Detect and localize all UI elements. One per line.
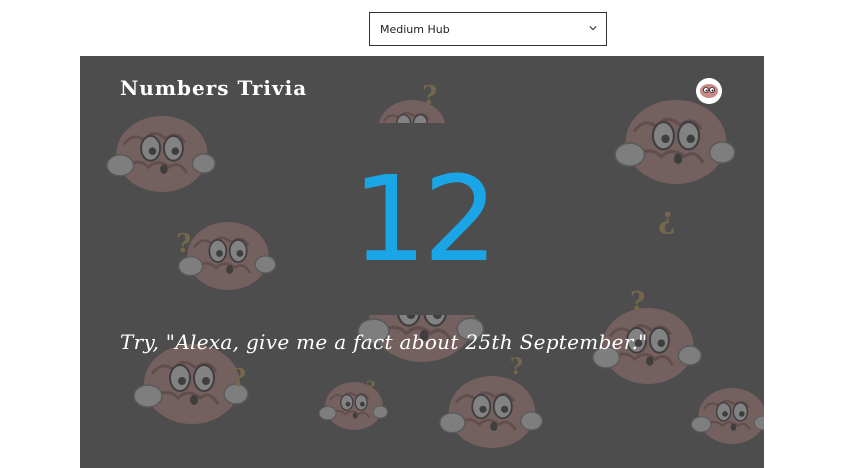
svg-text:?: ? [176, 229, 191, 259]
brain-logo-icon [696, 78, 722, 104]
number-panel: 12 [342, 123, 504, 315]
skill-title: Numbers Trivia [120, 76, 308, 100]
svg-text:?: ? [630, 287, 645, 317]
skill-display-card: ? ? ¿ ? ? ? ? Numbers Trivia 12 Try, "Al… [80, 56, 764, 468]
svg-text:¿: ¿ [658, 201, 676, 236]
svg-text:?: ? [366, 377, 375, 396]
svg-text:?: ? [232, 363, 246, 392]
chevron-down-icon [589, 26, 597, 31]
trivia-number: 12 [351, 150, 498, 288]
voice-hint: Try, "Alexa, give me a fact about 25th S… [120, 330, 648, 354]
svg-text:?: ? [422, 81, 437, 111]
device-size-value: Medium Hub [380, 22, 450, 36]
svg-text:?: ? [510, 354, 523, 380]
device-size-select[interactable]: Medium Hub [369, 12, 607, 46]
